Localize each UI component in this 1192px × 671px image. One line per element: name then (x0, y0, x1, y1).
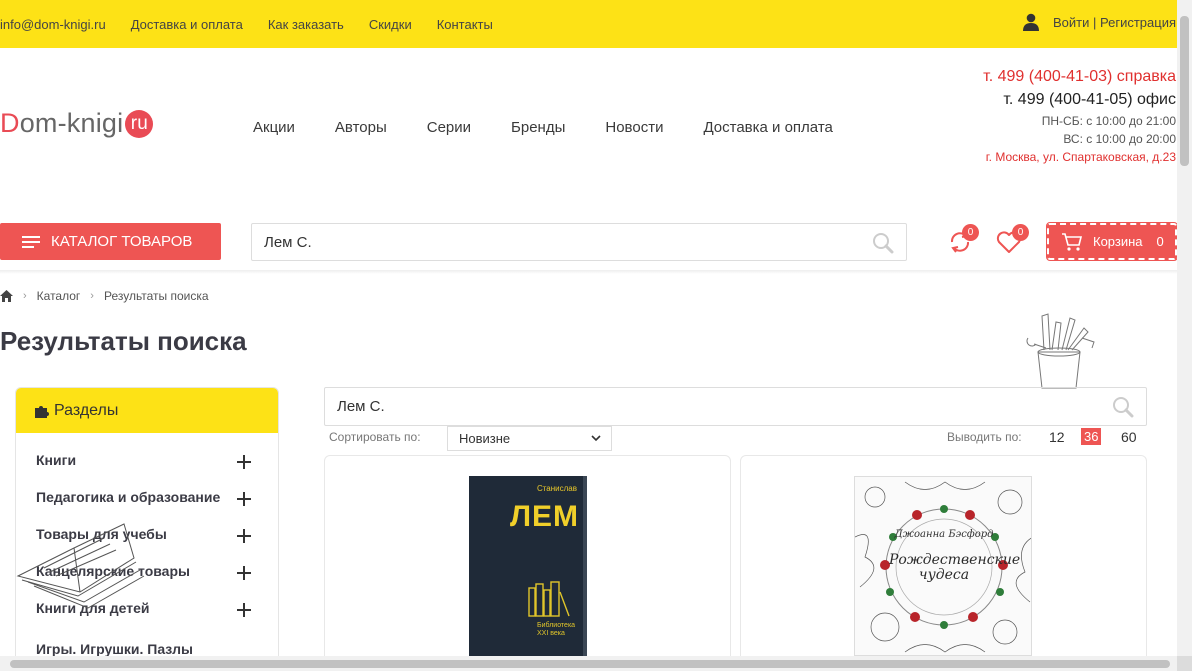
phone-office[interactable]: т. 499 (400-41-05) офис (983, 88, 1176, 112)
search-icon[interactable] (1112, 396, 1134, 418)
chevron-right-icon: › (23, 290, 27, 302)
cart-label: Корзина (1093, 234, 1143, 249)
header-search (251, 223, 907, 261)
plus-icon[interactable] (237, 492, 251, 506)
header-search-input[interactable] (252, 224, 812, 260)
sidebar-item-games[interactable]: Игры. Игрушки. Пазлы (36, 641, 193, 657)
top-link-contacts[interactable]: Контакты (437, 17, 493, 32)
top-link-delivery[interactable]: Доставка и оплата (131, 17, 243, 32)
page-title: Результаты поиска (0, 326, 247, 356)
sidebar-title: Разделы (54, 401, 119, 419)
sidebar-header: Разделы (16, 388, 278, 433)
product-cover-christmas[interactable]: Джоанна Бэсфорд Рождественские чудеса (854, 476, 1032, 656)
user-icon (1023, 13, 1039, 31)
per-page-36[interactable]: 36 (1081, 428, 1102, 445)
book-illustration (16, 523, 145, 609)
cover-title: ЛЕМ (509, 500, 579, 533)
sort-select-value: Новизне (459, 431, 511, 446)
login-link[interactable]: Войти (1053, 15, 1089, 30)
search-icon[interactable] (872, 232, 894, 254)
scrollbar-corner (1177, 656, 1192, 671)
top-link-discounts[interactable]: Скидки (369, 17, 412, 32)
logo-letter: D (0, 108, 20, 138)
per-page-12[interactable]: 12 (1049, 429, 1065, 445)
cart-icon (1062, 232, 1083, 251)
plus-icon[interactable] (237, 529, 251, 543)
horizontal-scrollbar[interactable] (0, 656, 1177, 671)
results-search-input[interactable] (325, 388, 885, 424)
email-link[interactable]: info@dom-knigi.ru (0, 17, 106, 32)
per-page-label: Выводить по: (947, 430, 1022, 444)
nav-delivery[interactable]: Доставка и оплата (703, 119, 832, 136)
plus-icon[interactable] (237, 455, 251, 469)
scrollbar-thumb[interactable] (10, 660, 1170, 668)
catalog-button[interactable]: КАТАЛОГ ТОВАРОВ (0, 223, 221, 260)
sidebar-item-pedagogy[interactable]: Педагогика и образование (36, 489, 220, 505)
login-separator: | (1089, 14, 1100, 30)
nav-authors[interactable]: Авторы (335, 119, 387, 136)
header-contacts: т. 499 (400-41-03) справка т. 499 (400-4… (983, 66, 1176, 166)
main-nav: Акции Авторы Серии Бренды Новости Достав… (253, 119, 873, 136)
breadcrumb-current: Результаты поиска (103, 289, 209, 303)
puzzle-icon (35, 405, 49, 418)
nav-brands[interactable]: Бренды (511, 119, 565, 136)
cart-button[interactable]: Корзина 0 (1046, 222, 1178, 261)
favorites-count-badge: 0 (1012, 224, 1029, 241)
header-divider (0, 270, 1177, 274)
phone-info[interactable]: т. 499 (400-41-03) справка (983, 66, 1176, 88)
logo-text: om-knigi (19, 108, 124, 138)
product-cover-lem[interactable]: Станислав ЛЕМ Библиотека XXI века (469, 476, 587, 656)
breadcrumb: › Каталог › Результаты поиска (0, 289, 209, 303)
sort-select[interactable]: Новизне (447, 426, 612, 451)
cover-series: Библиотека XXI века (537, 622, 576, 637)
chevron-down-icon (591, 435, 601, 442)
top-links: info@dom-knigi.ru Доставка и оплата Как … (0, 17, 518, 32)
register-link[interactable]: Регистрация (1100, 15, 1176, 30)
site-logo[interactable]: Dom-knigi ru (0, 108, 154, 139)
breadcrumb-catalog[interactable]: Каталог (37, 289, 81, 303)
nav-promotions[interactable]: Акции (253, 119, 295, 136)
cart-count: 0 (1156, 234, 1164, 249)
plus-icon[interactable] (237, 566, 251, 580)
pencil-cup-illustration (1026, 313, 1095, 389)
bookshelf-illustration (528, 581, 570, 617)
scrollbar-thumb[interactable] (1180, 16, 1189, 166)
hours-weekdays: ПН-СБ: с 10:00 до 21:00 (1041, 114, 1176, 128)
chevron-right-icon: › (90, 290, 94, 302)
cover-author: Станислав (536, 484, 577, 493)
nav-news[interactable]: Новости (605, 119, 663, 136)
hours-sunday: ВС: с 10:00 до 20:00 (1063, 132, 1176, 146)
cover-author: Джоанна Бэсфорд (894, 529, 994, 540)
sort-label: Сортировать по: (329, 430, 421, 444)
top-link-how-to-order[interactable]: Как заказать (268, 17, 344, 32)
logo-ru-badge: ru (125, 109, 154, 138)
address[interactable]: г. Москва, ул. Спартаковская, д.23 (983, 148, 1176, 166)
results-search (324, 387, 1147, 426)
nav-series[interactable]: Серии (427, 119, 471, 136)
home-icon[interactable] (0, 290, 13, 302)
per-page-60[interactable]: 60 (1121, 429, 1137, 445)
sidebar-item-books[interactable]: Книги (36, 452, 76, 468)
compare-count-badge: 0 (962, 224, 979, 241)
menu-icon (22, 235, 40, 248)
top-bar: info@dom-knigi.ru Доставка и оплата Как … (0, 0, 1192, 48)
catalog-button-label: КАТАЛОГ ТОВАРОВ (51, 233, 193, 250)
cover-title: Рождественские чудеса (889, 552, 1021, 583)
plus-icon[interactable] (237, 603, 251, 617)
login-area: Войти | Регистрация (1023, 13, 1176, 31)
vertical-scrollbar[interactable] (1177, 0, 1192, 656)
